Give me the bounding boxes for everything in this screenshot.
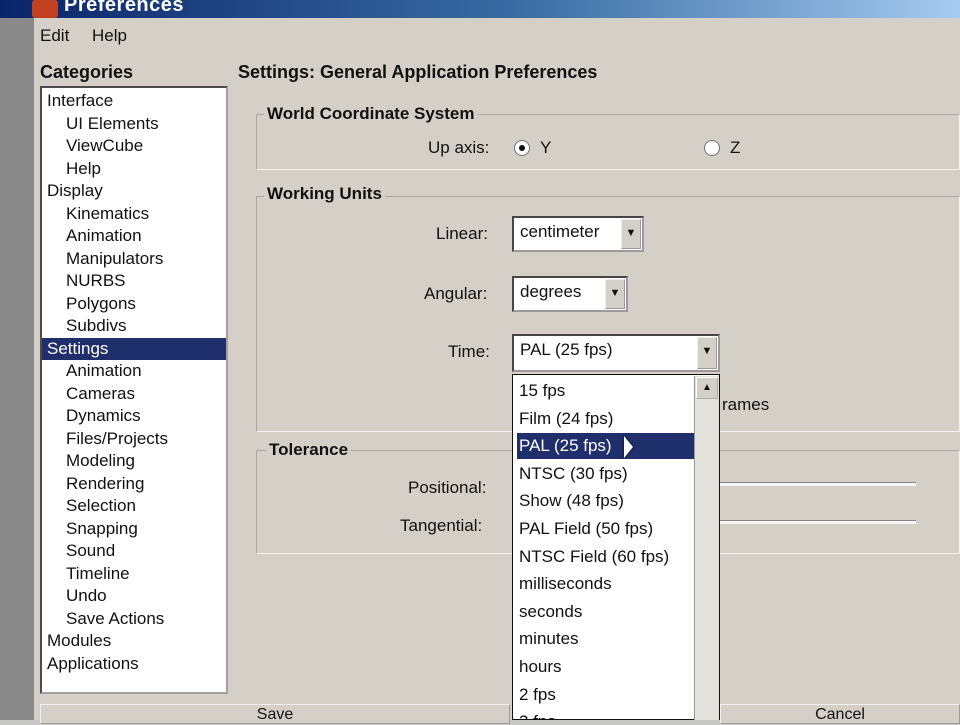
chevron-down-icon[interactable]: ▼ — [605, 279, 625, 309]
category-item[interactable]: Help — [42, 158, 226, 180]
category-item[interactable]: Sound — [42, 540, 226, 562]
viewport-background — [0, 18, 34, 720]
up-axis-z-label: Z — [730, 138, 741, 157]
positional-label: Positional: — [408, 478, 487, 497]
window-title: Preferences — [64, 0, 185, 16]
category-item[interactable]: NURBS — [42, 270, 226, 292]
time-option[interactable]: seconds — [517, 599, 695, 625]
angular-value: degrees — [520, 282, 582, 301]
up-axis-y-radio[interactable] — [514, 140, 530, 156]
category-item[interactable]: Interface — [42, 90, 226, 112]
category-item[interactable]: Save Actions — [42, 608, 226, 630]
angular-label: Angular: — [424, 284, 488, 303]
up-axis-z-radio[interactable] — [704, 140, 720, 156]
category-item[interactable]: Cameras — [42, 383, 226, 405]
working-units-title: Working Units — [264, 184, 385, 204]
category-item[interactable]: Files/Projects — [42, 428, 226, 450]
category-item[interactable]: Kinematics — [42, 203, 226, 225]
cancel-button[interactable]: Cancel — [720, 704, 960, 724]
linear-label: Linear: — [436, 224, 488, 243]
time-option[interactable]: 15 fps — [517, 378, 695, 404]
time-option[interactable]: Show (48 fps) — [517, 488, 695, 514]
category-item[interactable]: Animation — [42, 225, 226, 247]
save-button[interactable]: Save — [40, 704, 510, 724]
time-option[interactable]: 3 fps — [517, 709, 695, 719]
positional-slider[interactable] — [720, 482, 916, 486]
time-option[interactable]: hours — [517, 654, 695, 680]
time-option[interactable]: 2 fps — [517, 682, 695, 708]
app-icon — [32, 0, 58, 18]
time-option[interactable]: PAL (25 fps) — [517, 433, 695, 460]
categories-label: Categories — [40, 62, 134, 82]
category-item[interactable]: Polygons — [42, 293, 226, 315]
category-item[interactable]: Display — [42, 180, 226, 202]
time-option[interactable]: milliseconds — [517, 571, 695, 597]
category-item[interactable]: Settings — [42, 337, 226, 360]
category-item[interactable]: Rendering — [42, 473, 226, 495]
tolerance-title: Tolerance — [266, 440, 352, 460]
up-axis-y-label: Y — [540, 138, 552, 157]
categories-list[interactable]: Interface UI Elements ViewCube Help Display K… — [40, 86, 228, 694]
time-option[interactable]: minutes — [517, 626, 695, 652]
time-select[interactable]: PAL (25 fps) ▼ — [512, 334, 720, 372]
mouse-cursor-icon — [624, 436, 633, 458]
time-value: PAL (25 fps) — [520, 340, 613, 359]
angular-select[interactable]: degrees ▼ — [512, 276, 628, 312]
time-label: Time: — [448, 342, 490, 361]
scroll-up-icon[interactable]: ▲ — [696, 377, 718, 399]
tangential-slider[interactable] — [720, 520, 916, 524]
up-axis-label: Up axis: — [428, 138, 490, 157]
category-item[interactable]: Animation — [42, 360, 226, 382]
time-dropdown-list[interactable]: 15 fps Film (24 fps) PAL (25 fps) NTSC (30 … — [512, 374, 720, 720]
linear-value: centimeter — [520, 222, 600, 241]
chevron-down-icon[interactable]: ▼ — [697, 337, 717, 369]
time-option[interactable]: NTSC Field (60 fps) — [517, 544, 695, 570]
linear-select[interactable]: centimeter ▼ — [512, 216, 644, 252]
category-item[interactable]: ViewCube — [42, 135, 226, 157]
time-option[interactable]: Film (24 fps) — [517, 406, 695, 432]
category-item[interactable]: Undo — [42, 585, 226, 607]
category-item[interactable]: Modules — [42, 630, 226, 652]
time-option[interactable]: NTSC (30 fps) — [517, 461, 695, 487]
category-item[interactable]: Modeling — [42, 450, 226, 472]
category-item[interactable]: UI Elements — [42, 113, 226, 135]
tangential-label: Tangential: — [400, 516, 483, 535]
dropdown-scrollbar[interactable] — [694, 376, 719, 720]
category-item[interactable]: Subdivs — [42, 315, 226, 337]
frames-partial-text: rames — [722, 395, 770, 414]
category-item[interactable]: Timeline — [42, 563, 226, 585]
category-item[interactable]: Selection — [42, 495, 226, 517]
menu-help[interactable]: Help — [92, 26, 127, 46]
menu-edit[interactable]: Edit — [40, 26, 69, 46]
category-item[interactable]: Applications — [42, 653, 226, 675]
category-item[interactable]: Manipulators — [42, 248, 226, 270]
settings-title: Settings: General Application Preference… — [238, 62, 598, 82]
world-coordinate-title: World Coordinate System — [264, 104, 478, 124]
category-item[interactable]: Dynamics — [42, 405, 226, 427]
time-option[interactable]: PAL Field (50 fps) — [517, 516, 695, 542]
chevron-down-icon[interactable]: ▼ — [621, 219, 641, 249]
category-item[interactable]: Snapping — [42, 518, 226, 540]
